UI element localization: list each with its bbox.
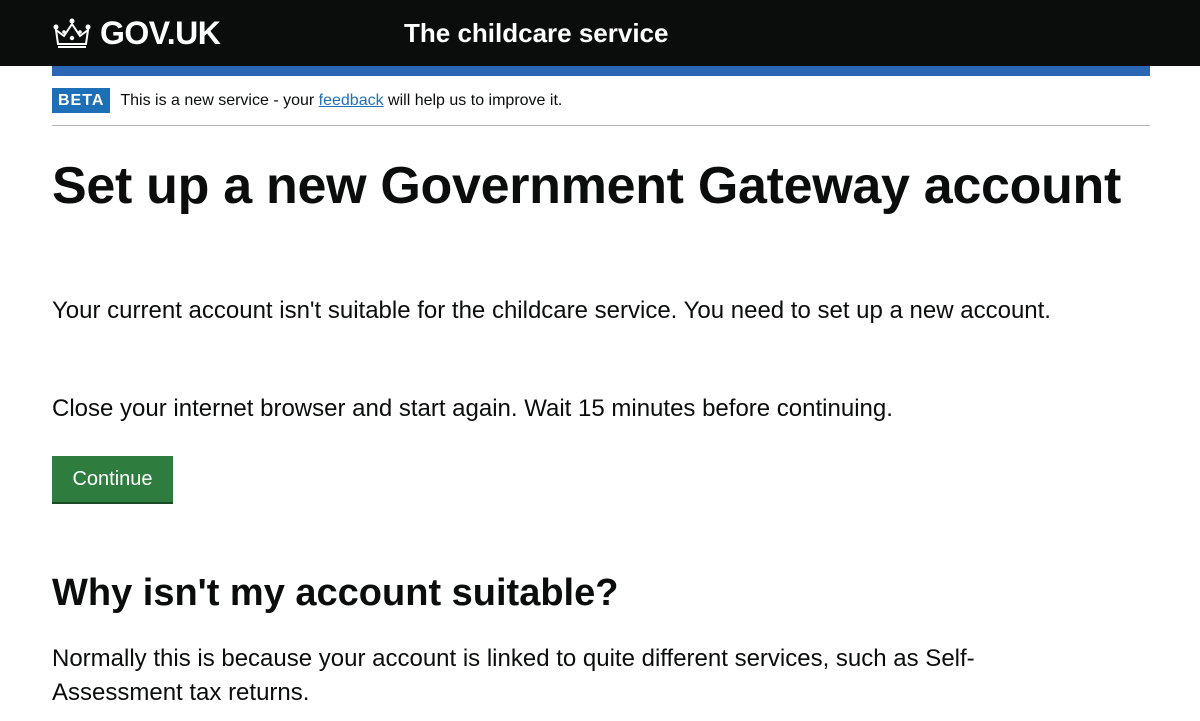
site-header: GOV.UK The childcare service <box>0 0 1200 66</box>
accent-bar <box>52 66 1150 76</box>
body-paragraph-close-browser: Close your internet browser and start ag… <box>52 395 893 422</box>
section-heading: Why isn't my account suitable? <box>52 572 619 614</box>
banner-text-after: will help us to improve it. <box>383 91 563 109</box>
body-paragraph-reason: Normally this is because your account is… <box>52 645 975 706</box>
service-name-link[interactable]: The childcare service <box>404 16 668 50</box>
phase-banner-text: This is a new service - your feedback wi… <box>120 91 562 111</box>
page-title: Set up a new Government Gateway account <box>52 157 1122 215</box>
phase-banner: BETA This is a new service - your feedba… <box>52 76 1150 126</box>
crown-icon <box>53 18 91 48</box>
continue-button[interactable]: Continue <box>52 456 173 502</box>
beta-tag: BETA <box>52 88 111 113</box>
banner-text-before: This is a new service - your <box>120 91 319 109</box>
govuk-logo-link[interactable]: GOV.UK <box>52 14 221 52</box>
logo-text: GOV.UK <box>100 15 221 51</box>
body-paragraph-account-not-suitable: Your current account isn't suitable for … <box>52 297 1051 324</box>
feedback-link[interactable]: feedback <box>319 92 384 109</box>
